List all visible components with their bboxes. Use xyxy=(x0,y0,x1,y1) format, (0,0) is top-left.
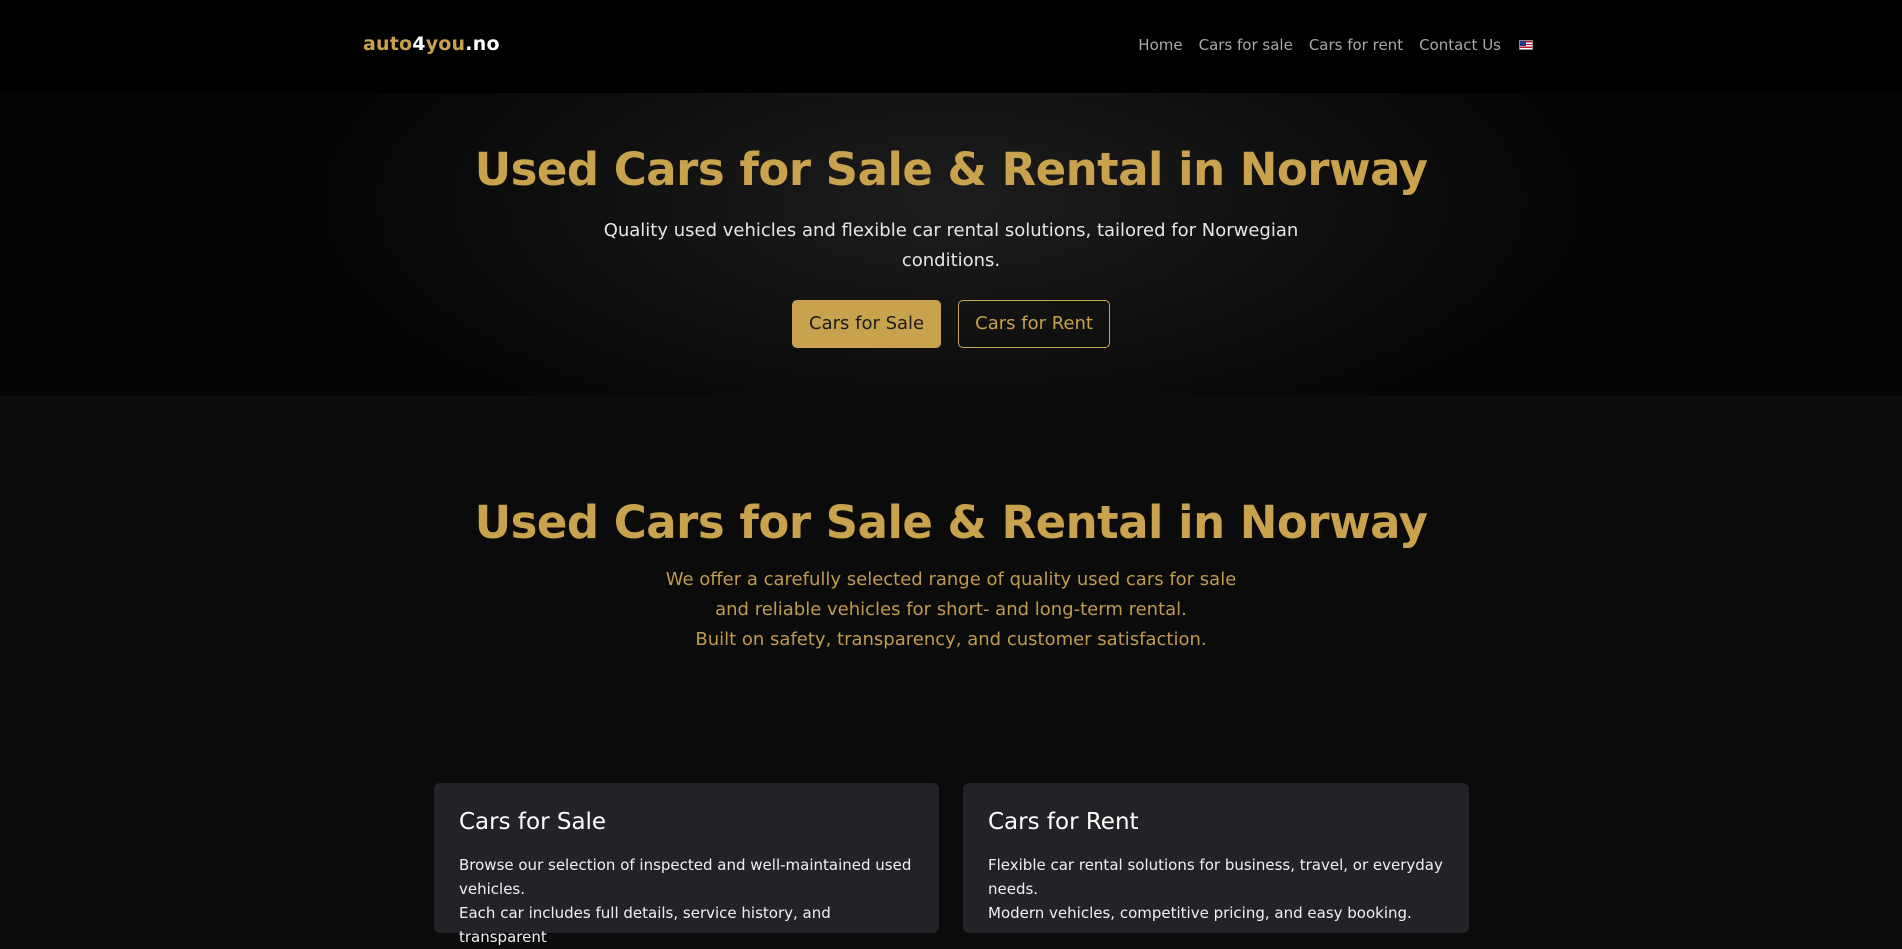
hero-title: Used Cars for Sale & Rental in Norway xyxy=(474,143,1428,196)
nav-link-contact-us[interactable]: Contact Us xyxy=(1419,36,1501,54)
intro-line-1: We offer a carefully selected range of q… xyxy=(665,569,1237,590)
cars-for-sale-button[interactable]: Cars for Sale xyxy=(792,300,942,348)
brand-part-you: you xyxy=(425,33,466,55)
intro-title: Used Cars for Sale & Rental in Norway xyxy=(474,496,1428,549)
intro-section: Used Cars for Sale & Rental in Norway We… xyxy=(0,396,1902,922)
nav-link-cars-for-sale[interactable]: Cars for sale xyxy=(1199,36,1293,54)
hero-subtitle: Quality used vehicles and flexible car r… xyxy=(603,220,1299,271)
rent-card-title: Cars for Rent xyxy=(988,809,1139,835)
brand-logo[interactable]: auto4you.no xyxy=(363,33,500,55)
hero-section: Used Cars for Sale & Rental in Norway Qu… xyxy=(0,93,1902,396)
us-flag-icon[interactable] xyxy=(1519,40,1533,50)
intro-line-2: and reliable vehicles for short- and lon… xyxy=(715,599,1187,620)
rent-card-line-1: Flexible car rental solutions for busine… xyxy=(988,856,1443,898)
intro-line-3: Built on safety, transparency, and custo… xyxy=(695,629,1207,650)
nav-link-cars-for-rent[interactable]: Cars for rent xyxy=(1309,36,1403,54)
sale-card-line-2: Each car includes full details, service … xyxy=(459,904,831,946)
rent-card-line-2: Modern vehicles, competitive pricing, an… xyxy=(988,904,1412,922)
sale-card-text: Browse our selection of inspected and we… xyxy=(459,853,914,949)
brand-part-4: 4 xyxy=(412,33,426,55)
brand-part-auto: auto xyxy=(363,33,413,55)
intro-text: We offer a carefully selected range of q… xyxy=(0,565,1902,655)
cars-for-sale-card: Cars for Sale Browse our selection of in… xyxy=(434,783,939,946)
rent-card-text: Flexible car rental solutions for busine… xyxy=(988,853,1444,925)
cars-for-rent-button[interactable]: Cars for Rent xyxy=(958,300,1110,348)
brand-part-domain: .no xyxy=(465,33,500,55)
main-nav: Home Cars for sale Cars for rent Contact… xyxy=(1138,36,1533,54)
navbar: auto4you.no Home Cars for sale Cars for … xyxy=(0,0,1902,93)
cars-for-rent-card: Cars for Rent Flexible car rental soluti… xyxy=(963,783,1469,933)
nav-link-home[interactable]: Home xyxy=(1138,36,1182,54)
flag-canton xyxy=(1520,41,1526,46)
sale-card-title: Cars for Sale xyxy=(459,809,607,835)
sale-card-line-1: Browse our selection of inspected and we… xyxy=(459,856,912,898)
hero-buttons: Cars for Sale Cars for Rent xyxy=(0,300,1902,348)
